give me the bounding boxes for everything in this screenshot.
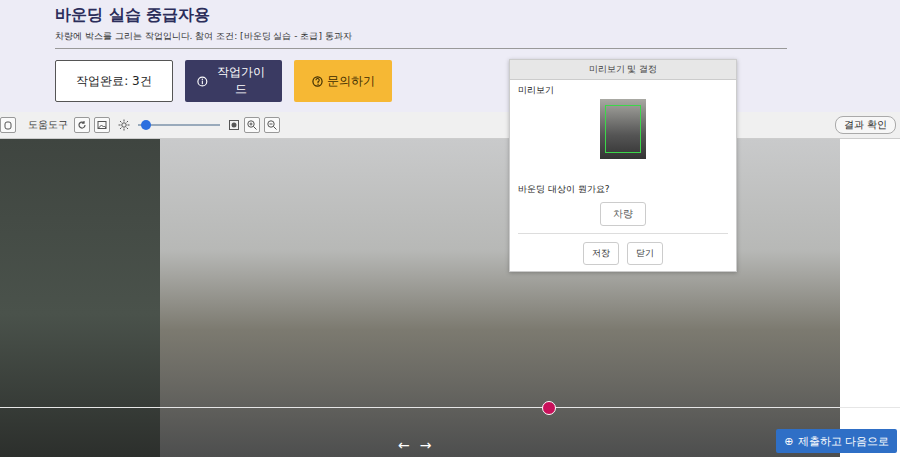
brightness-icon: [118, 119, 130, 131]
dialog-button[interactable]: 저장: [583, 242, 619, 265]
submit-next-button[interactable]: ⊕제출하고 다음으로: [776, 429, 897, 453]
class-option[interactable]: 차량: [600, 202, 646, 226]
slider-knob[interactable]: [141, 120, 151, 130]
prev-frame-button[interactable]: ←: [398, 437, 410, 453]
hand-icon: [2, 119, 14, 131]
video-frame[interactable]: [160, 139, 840, 457]
contrast-icon: [228, 119, 240, 131]
video-scrubber[interactable]: [0, 401, 900, 415]
zoom-in-tool[interactable]: [244, 117, 260, 133]
next-frame-button[interactable]: →: [420, 437, 432, 453]
info-icon: [197, 76, 208, 87]
guide-button[interactable]: 작업가이드: [185, 60, 282, 102]
question-icon: [312, 76, 323, 87]
zoom-in-icon: [246, 119, 258, 131]
zoom-out-tool[interactable]: [264, 117, 280, 133]
zoom-out-icon: [266, 119, 278, 131]
question-label: 바운딩 대상이 뭔가요?: [518, 183, 610, 196]
toolbar-label: 도움도구: [28, 118, 68, 132]
brightness-slider[interactable]: [138, 119, 220, 131]
preview-label: 미리보기: [518, 84, 554, 97]
toolbar: 도움도구 결과 확인: [0, 112, 900, 139]
inquiry-button[interactable]: 문의하기: [294, 60, 392, 102]
result-button[interactable]: 결과 확인: [835, 116, 896, 134]
divider: [518, 233, 728, 234]
page-subtitle: 차량에 박스를 그리는 작업입니다. 참여 조건: [바운딩 실습 - 초급] …: [55, 30, 787, 42]
dialog-button[interactable]: 닫기: [627, 242, 663, 265]
bounding-box: [605, 105, 641, 153]
dimmed-area: [0, 139, 160, 457]
divider: [55, 48, 787, 49]
frame-nav: ←→: [398, 437, 431, 453]
image-icon: [96, 119, 108, 131]
rotate-tool[interactable]: [74, 117, 90, 133]
page: 바운딩 실습 중급자용차량에 박스를 그리는 작업입니다. 참여 조건: [바운…: [0, 0, 900, 457]
preview-thumbnail: [600, 99, 646, 159]
preview-dialog: 미리보기 및 결정미리보기바운딩 대상이 뭔가요? 차량저장 닫기: [509, 59, 737, 272]
canvas-margin: [840, 139, 900, 457]
option-list: 차량: [600, 202, 646, 226]
dialog-body: 미리보기바운딩 대상이 뭔가요? 차량저장 닫기: [510, 80, 736, 271]
dialog-title[interactable]: 미리보기 및 결정: [510, 60, 736, 80]
rotate-icon: [76, 119, 88, 131]
completed-count: 작업완료: 3건: [55, 60, 173, 102]
canvas: ←→⊕제출하고 다음으로: [0, 139, 900, 457]
plus-icon: ⊕: [784, 435, 793, 448]
hand-tool[interactable]: [0, 117, 16, 133]
page-title: 바운딩 실습 중급자용: [55, 4, 787, 26]
scrubber-handle[interactable]: [542, 401, 556, 415]
dialog-buttons: 저장 닫기: [583, 242, 663, 265]
scrubber-track: [0, 407, 900, 408]
image-tool[interactable]: [94, 117, 110, 133]
header: 바운딩 실습 중급자용차량에 박스를 그리는 작업입니다. 참여 조건: [바운…: [0, 0, 900, 112]
